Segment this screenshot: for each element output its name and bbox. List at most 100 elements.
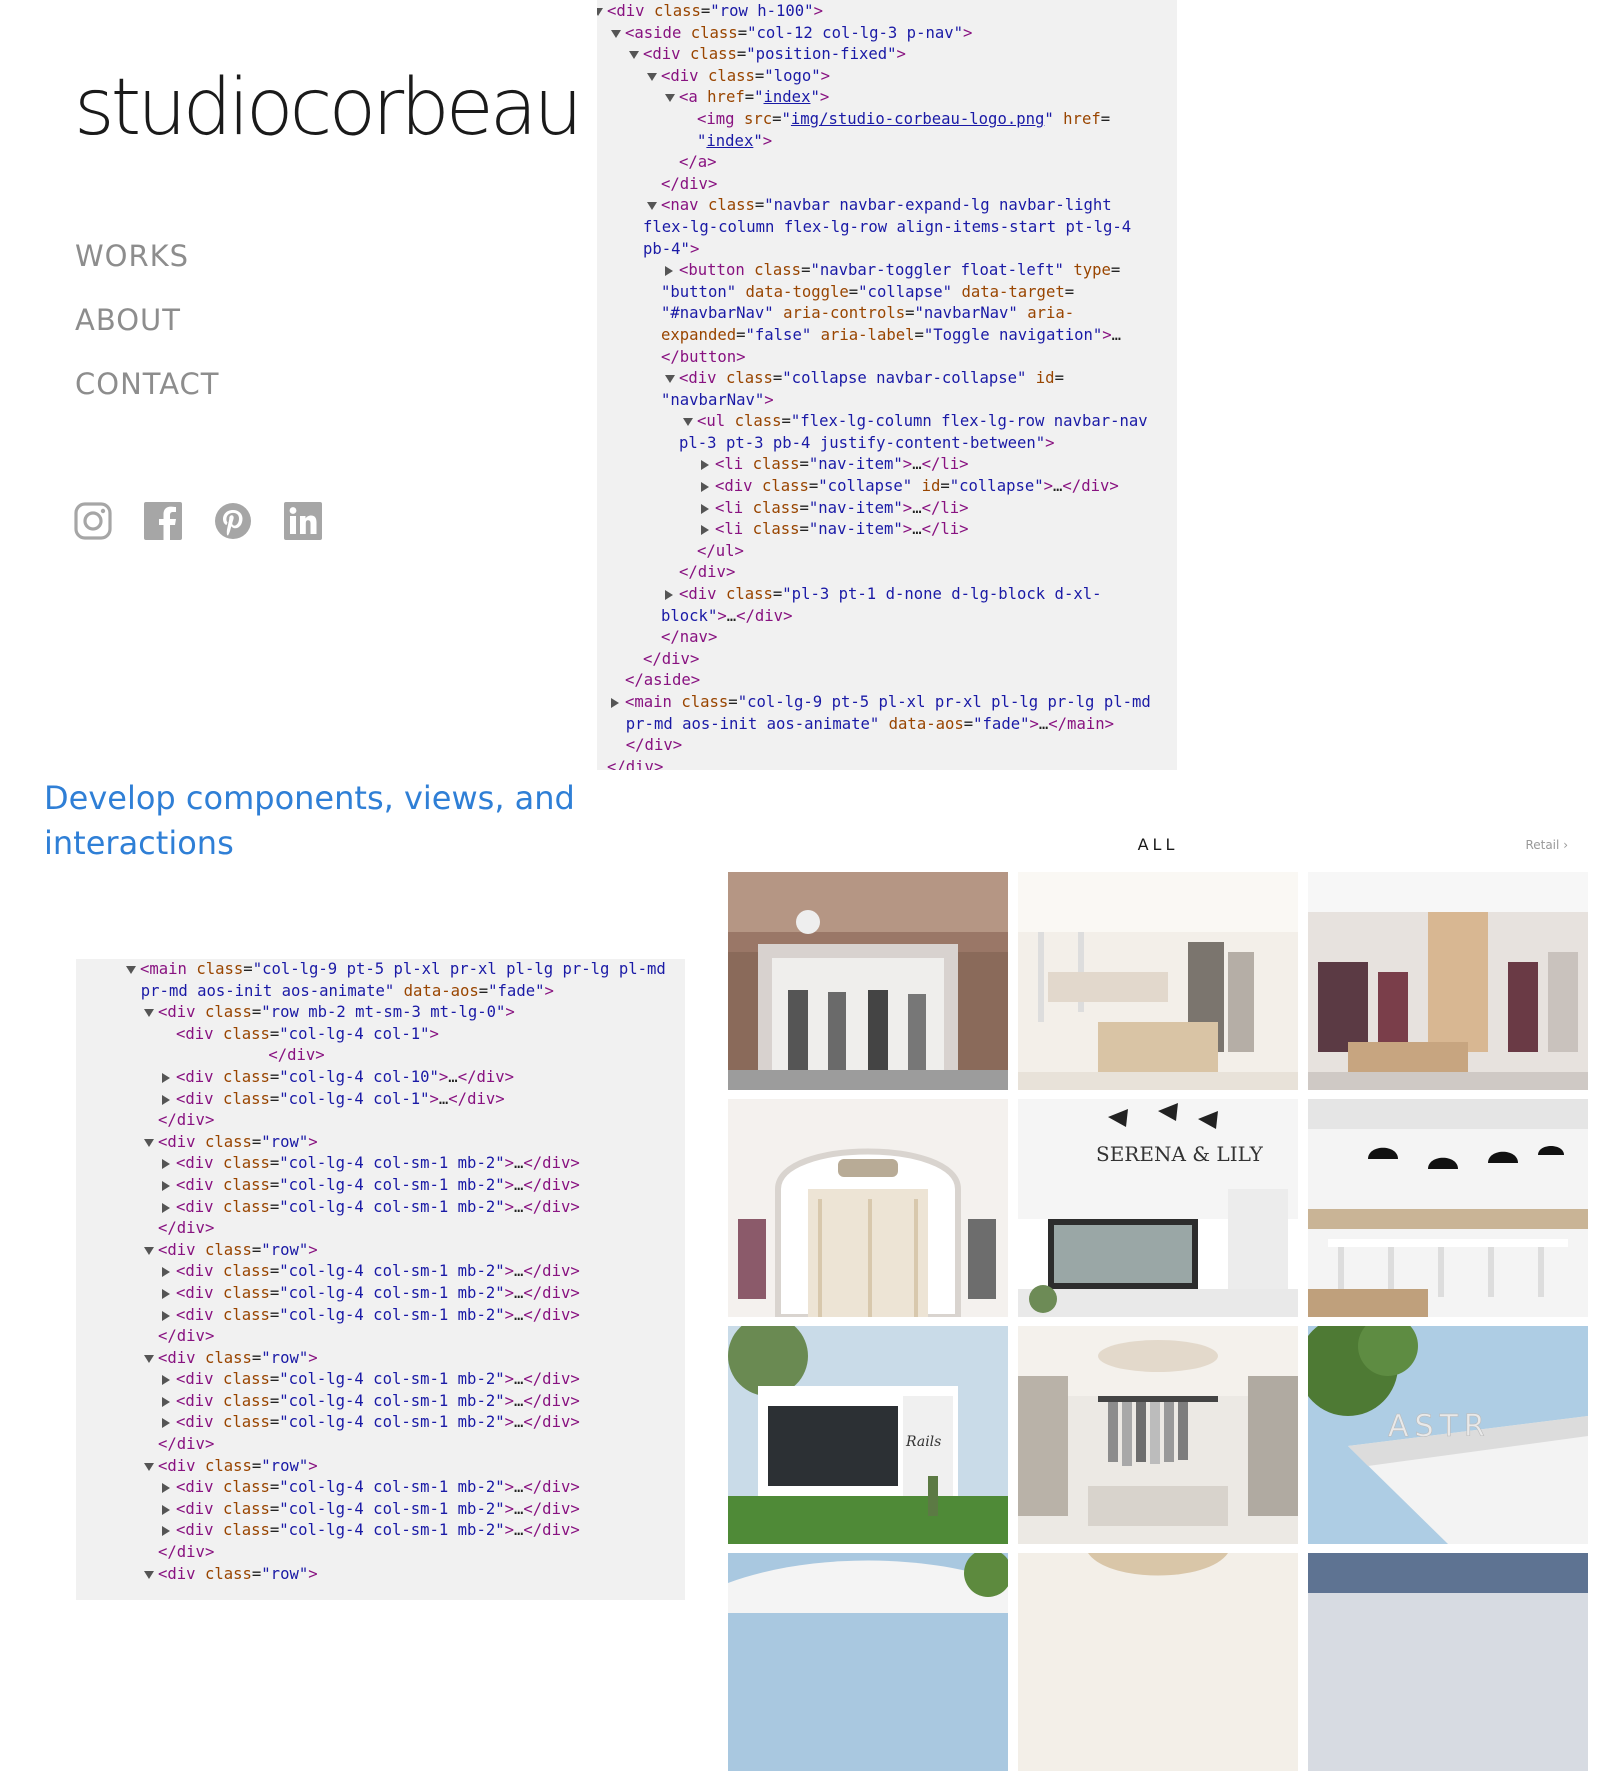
gallery-tile-cafe-interior[interactable] (1308, 1099, 1588, 1317)
gallery-tile-storefront-wood[interactable] (728, 872, 1008, 1090)
expand-down-triangle-icon[interactable] (144, 1570, 154, 1579)
gallery-tile-arch-entry[interactable] (728, 1099, 1008, 1317)
collapse-right-triangle-icon[interactable] (701, 482, 709, 493)
devtools-node-line[interactable]: expanded="false" aria-label="Toggle navi… (597, 325, 1177, 347)
collapse-right-triangle-icon[interactable] (611, 698, 619, 708)
devtools-elements-panel-bottom[interactable]: <main class="col-lg-9 pt-5 pl-xl pr-xl p… (76, 959, 685, 1600)
linkedin-icon[interactable] (284, 502, 322, 540)
devtools-node-line[interactable]: <div class="col-lg-4 col-sm-1 mb-2">…</d… (76, 1499, 685, 1521)
expand-down-triangle-icon[interactable] (597, 8, 603, 16)
expand-down-triangle-icon[interactable] (647, 72, 657, 81)
devtools-node-line[interactable]: <div class="row"> (76, 1132, 685, 1154)
devtools-node-line[interactable]: </div> (76, 1326, 685, 1348)
devtools-node-line[interactable]: <div class="col-lg-4 col-sm-1 mb-2">…</d… (76, 1153, 685, 1175)
devtools-node-line[interactable]: pl-3 pt-3 pb-4 justify-content-between"> (597, 433, 1177, 455)
devtools-node-line[interactable]: <div class="col-lg-4 col-sm-1 mb-2">…</d… (76, 1283, 685, 1305)
gallery-tile-row4-3[interactable] (1308, 1553, 1588, 1771)
pinterest-icon[interactable] (214, 502, 252, 540)
devtools-node-line[interactable]: <aside class="col-12 col-lg-3 p-nav"> (597, 23, 1177, 45)
devtools-node-line[interactable]: </button> (597, 347, 1177, 369)
devtools-node-line[interactable]: "index"> (597, 131, 1177, 153)
devtools-node-line[interactable]: "button" data-toggle="collapse" data-tar… (597, 282, 1177, 304)
devtools-node-line[interactable]: <main class="col-lg-9 pt-5 pl-xl pr-xl p… (76, 959, 685, 981)
devtools-node-line[interactable]: <div class="collapse" id="collapse">…</d… (597, 476, 1177, 498)
devtools-node-line[interactable]: <li class="nav-item">…</li> (597, 519, 1177, 541)
expand-down-triangle-icon[interactable] (144, 1354, 154, 1363)
devtools-node-line[interactable]: <div class="col-lg-4 col-10">…</div> (76, 1067, 685, 1089)
expand-down-triangle-icon[interactable] (126, 966, 136, 974)
devtools-node-line[interactable]: </div> (597, 174, 1177, 196)
expand-down-triangle-icon[interactable] (665, 375, 675, 384)
expand-down-triangle-icon[interactable] (683, 418, 693, 427)
devtools-node-line[interactable]: <li class="nav-item">…</li> (597, 454, 1177, 476)
devtools-node-line[interactable]: <div class="col-lg-4 col-sm-1 mb-2">…</d… (76, 1261, 685, 1283)
devtools-node-line[interactable]: <div class="row"> (76, 1564, 685, 1586)
devtools-node-line[interactable]: <div class="col-lg-4 col-sm-1 mb-2">…</d… (76, 1197, 685, 1219)
collapse-right-triangle-icon[interactable] (162, 1202, 170, 1213)
collapse-right-triangle-icon[interactable] (162, 1094, 170, 1105)
devtools-node-line[interactable]: <div class="col-lg-4 col-sm-1 mb-2">…</d… (76, 1175, 685, 1197)
expand-down-triangle-icon[interactable] (144, 1246, 154, 1255)
devtools-node-line[interactable]: flex-lg-column flex-lg-row align-items-s… (597, 217, 1177, 239)
expand-down-triangle-icon[interactable] (144, 1138, 154, 1147)
collapse-right-triangle-icon[interactable] (162, 1418, 170, 1429)
devtools-node-line[interactable]: <div class="collapse navbar-collapse" id… (597, 368, 1177, 390)
collapse-right-triangle-icon[interactable] (701, 503, 709, 514)
devtools-node-line[interactable]: pr-md aos-init aos-animate" data-aos="fa… (597, 714, 1177, 736)
devtools-node-line[interactable]: <div class="col-lg-4 col-sm-1 mb-2">…</d… (76, 1477, 685, 1499)
devtools-node-line[interactable]: </div> (597, 735, 1177, 757)
collapse-right-triangle-icon[interactable] (162, 1396, 170, 1407)
collapse-right-triangle-icon[interactable] (162, 1159, 170, 1170)
nav-contact[interactable]: CONTACT (75, 366, 220, 430)
devtools-node-line[interactable]: <div class="pl-3 pt-1 d-none d-lg-block … (597, 584, 1177, 606)
devtools-node-line[interactable]: <main class="col-lg-9 pt-5 pl-xl pr-xl p… (597, 692, 1177, 714)
collapse-right-triangle-icon[interactable] (162, 1504, 170, 1515)
devtools-node-line[interactable]: </div> (76, 1218, 685, 1240)
gallery-tile-astr-signage[interactable]: ASTR (1308, 1326, 1588, 1544)
devtools-node-line[interactable]: <nav class="navbar navbar-expand-lg navb… (597, 195, 1177, 217)
devtools-elements-panel-top[interactable]: <div class="row h-100"> <aside class="col… (597, 0, 1177, 770)
devtools-node-line[interactable]: block">…</div> (597, 606, 1177, 628)
devtools-node-line[interactable]: <div class="col-lg-4 col-sm-1 mb-2">…</d… (76, 1305, 685, 1327)
devtools-node-line[interactable]: <div class="col-lg-4 col-1"> (76, 1024, 685, 1046)
devtools-node-line[interactable]: pr-md aos-init aos-animate" data-aos="fa… (76, 981, 685, 1003)
devtools-node-line[interactable]: <div class="row mb-2 mt-sm-3 mt-lg-0"> (76, 1002, 685, 1024)
collapse-right-triangle-icon[interactable] (162, 1072, 170, 1083)
devtools-node-line[interactable]: <div class="position-fixed"> (597, 44, 1177, 66)
devtools-node-line[interactable]: <img src="img/studio-corbeau-logo.png" h… (597, 109, 1177, 131)
gallery-tile-modern-store[interactable] (1308, 872, 1588, 1090)
devtools-node-line[interactable]: </div> (76, 1542, 685, 1564)
gallery-tile-row4-1[interactable] (728, 1553, 1008, 1771)
devtools-node-line[interactable]: <div class="row"> (76, 1456, 685, 1478)
gallery-tile-rack-interior[interactable] (1018, 1326, 1298, 1544)
gallery-tile-rails-pavilion[interactable]: Rails (728, 1326, 1008, 1544)
facebook-icon[interactable] (144, 502, 182, 540)
expand-down-triangle-icon[interactable] (144, 1009, 154, 1018)
devtools-node-line[interactable]: </ul> (597, 541, 1177, 563)
devtools-node-line[interactable]: <ul class="flex-lg-column flex-lg-row na… (597, 411, 1177, 433)
collapse-right-triangle-icon[interactable] (162, 1483, 170, 1494)
devtools-node-line[interactable]: <div class="col-lg-4 col-sm-1 mb-2">…</d… (76, 1391, 685, 1413)
devtools-node-line[interactable]: <div class="col-lg-4 col-sm-1 mb-2">…</d… (76, 1520, 685, 1542)
devtools-node-line[interactable]: </div> (597, 649, 1177, 671)
gallery-tile-row4-2[interactable] (1018, 1553, 1298, 1771)
collapse-right-triangle-icon[interactable] (162, 1310, 170, 1321)
devtools-node-line[interactable]: <div class="col-lg-4 col-sm-1 mb-2">…</d… (76, 1369, 685, 1391)
devtools-node-line[interactable]: <div class="row"> (76, 1240, 685, 1262)
devtools-node-line[interactable]: </nav> (597, 627, 1177, 649)
devtools-node-line[interactable]: <button class="navbar-toggler float-left… (597, 260, 1177, 282)
collapse-right-triangle-icon[interactable] (162, 1180, 170, 1191)
devtools-node-line[interactable]: "navbarNav"> (597, 390, 1177, 412)
expand-down-triangle-icon[interactable] (144, 1462, 154, 1471)
nav-about[interactable]: ABOUT (75, 302, 220, 366)
devtools-node-line[interactable]: <div class="row"> (76, 1348, 685, 1370)
devtools-node-line[interactable]: </div> (76, 1434, 685, 1456)
next-category-link[interactable]: Retail › (1525, 838, 1568, 852)
devtools-node-line[interactable]: </a> (597, 152, 1177, 174)
expand-down-triangle-icon[interactable] (611, 29, 621, 38)
nav-works[interactable]: WORKS (75, 238, 220, 302)
devtools-node-line[interactable]: </div> (597, 562, 1177, 584)
collapse-right-triangle-icon[interactable] (665, 590, 673, 601)
devtools-node-line[interactable]: <div class="col-lg-4 col-1">…</div> (76, 1089, 685, 1111)
gallery-tile-white-boutique[interactable] (1018, 872, 1298, 1090)
